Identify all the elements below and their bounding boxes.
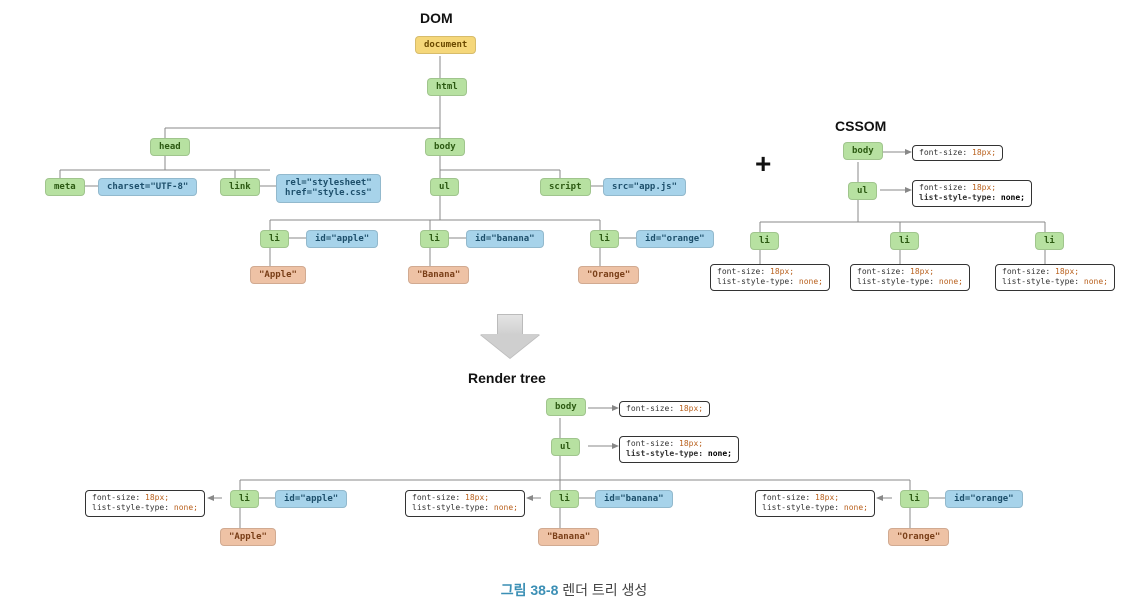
dom-link: link [220,178,260,196]
render-text-banana: "Banana" [538,528,599,546]
dom-script-attr: src="app.js" [603,178,686,196]
render-ul-style: font-size: 18px; list-style-type: none; [619,436,739,463]
plus-sign: + [755,148,771,180]
render-li-3: li [900,490,929,508]
dom-text-banana: "Banana" [408,266,469,284]
render-body: body [546,398,586,416]
cssom-li-3-style: font-size: 18px; list-style-type: none; [995,264,1115,291]
dom-text-orange: "Orange" [578,266,639,284]
cssom-li-1: li [750,232,779,250]
render-text-orange: "Orange" [888,528,949,546]
render-li-1-style: font-size: 18px; list-style-type: none; [85,490,205,517]
dom-li-3-attr: id="orange" [636,230,714,248]
dom-meta-attr: charset="UTF-8" [98,178,197,196]
dom-link-attr: rel="stylesheet"href="style.css" [276,174,381,203]
dom-li-2-attr: id="banana" [466,230,544,248]
render-li-2-attr: id="banana" [595,490,673,508]
cssom-ul: ul [848,182,877,200]
dom-text-apple: "Apple" [250,266,306,284]
render-tree-title: Render tree [468,370,546,386]
dom-li-3: li [590,230,619,248]
dom-document: document [415,36,476,54]
dom-li-2: li [420,230,449,248]
dom-li-1-attr: id="apple" [306,230,378,248]
render-text-apple: "Apple" [220,528,276,546]
render-ul: ul [551,438,580,456]
cssom-li-2: li [890,232,919,250]
render-li-3-style: font-size: 18px; list-style-type: none; [755,490,875,517]
cssom-li-2-style: font-size: 18px; list-style-type: none; [850,264,970,291]
arrow-down-icon [480,314,540,358]
figure-number: 그림 38-8 [501,582,559,598]
cssom-ul-style: font-size: 18px; list-style-type: none; [912,180,1032,207]
render-li-1-attr: id="apple" [275,490,347,508]
cssom-body-style: font-size: 18px; [912,145,1003,161]
render-body-style: font-size: 18px; [619,401,710,417]
dom-script: script [540,178,591,196]
dom-body: body [425,138,465,156]
cssom-body: body [843,142,883,160]
dom-title: DOM [420,10,453,26]
dom-html: html [427,78,467,96]
dom-li-1: li [260,230,289,248]
dom-ul: ul [430,178,459,196]
render-li-2-style: font-size: 18px; list-style-type: none; [405,490,525,517]
render-li-2: li [550,490,579,508]
cssom-title: CSSOM [835,118,886,134]
figure-text: 렌더 트리 생성 [562,582,647,598]
render-li-1: li [230,490,259,508]
dom-meta: meta [45,178,85,196]
figure-caption: 그림 38-8 렌더 트리 생성 [0,580,1148,600]
dom-head: head [150,138,190,156]
render-li-3-attr: id="orange" [945,490,1023,508]
cssom-li-3: li [1035,232,1064,250]
cssom-li-1-style: font-size: 18px; list-style-type: none; [710,264,830,291]
